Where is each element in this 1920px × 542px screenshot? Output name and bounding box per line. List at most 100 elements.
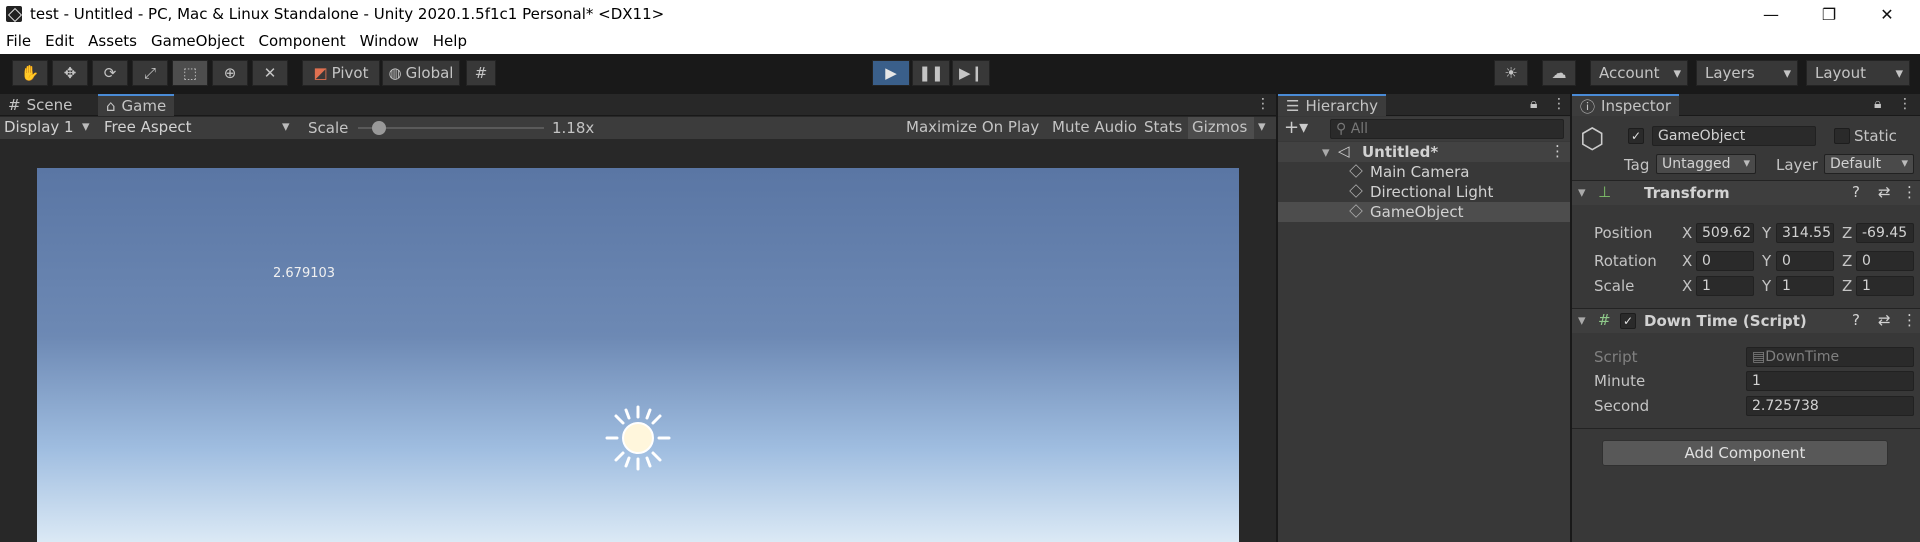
layer-dropdown[interactable]: Default — [1824, 154, 1914, 174]
y-label: Y — [1762, 224, 1772, 242]
position-y-field[interactable]: 314.55 — [1776, 223, 1834, 243]
pause-button[interactable]: ❚❚ — [912, 60, 950, 86]
position-z-field[interactable]: -69.45 — [1856, 223, 1914, 243]
y-label: Y — [1762, 277, 1772, 295]
expand-arrow-icon[interactable]: ▾ — [1322, 143, 1330, 161]
global-toggle[interactable]: ◍ Global — [382, 60, 460, 86]
component-menu-icon[interactable]: ⋮ — [1902, 183, 1917, 201]
rotation-y-field[interactable]: 0 — [1776, 251, 1834, 271]
preset-icon[interactable]: ⇄ — [1878, 311, 1891, 329]
pivot-toggle[interactable]: ◩ Pivot — [302, 60, 380, 86]
static-checkbox[interactable] — [1834, 128, 1850, 144]
rotation-z-field[interactable]: 0 — [1856, 251, 1914, 271]
rotate-tool-icon[interactable]: ⟳ — [92, 60, 128, 86]
tab-scene[interactable]: # Scene — [0, 94, 80, 116]
grid-snap-icon[interactable]: # — [466, 60, 496, 86]
menu-edit[interactable]: Edit — [45, 32, 74, 50]
help-icon[interactable]: ? — [1852, 183, 1860, 201]
menu-help[interactable]: Help — [433, 32, 467, 50]
list-icon: ☰ — [1286, 97, 1300, 115]
display-dropdown[interactable]: Display 1 — [4, 118, 74, 136]
hand-tool-icon[interactable]: ✋ — [12, 60, 48, 86]
chevron-down-icon: ▾ — [82, 117, 90, 135]
position-x-field[interactable]: 509.62 — [1696, 223, 1754, 243]
collapse-arrow-icon[interactable]: ▾ — [1578, 311, 1586, 329]
restore-button[interactable]: ❐ — [1806, 0, 1852, 28]
add-component-button[interactable]: Add Component — [1602, 440, 1888, 466]
cloud-icon[interactable]: ☁ — [1542, 60, 1576, 86]
layers-dropdown[interactable]: Layers ▾ — [1696, 60, 1798, 86]
active-checkbox[interactable]: ✓ — [1628, 128, 1644, 144]
row-menu-icon[interactable]: ⋮ — [1550, 142, 1565, 160]
add-icon[interactable]: +▾ — [1284, 117, 1308, 138]
hierarchy-search-input[interactable]: ⚲ All — [1330, 119, 1564, 139]
menu-file[interactable]: File — [6, 32, 31, 50]
scale-label: Scale — [1594, 277, 1635, 295]
game-view-toolbar: Display 1 ▾ Free Aspect ▾ Scale 1.18x Ma… — [0, 117, 1276, 139]
transform-tool-icon[interactable]: ⊕ — [212, 60, 248, 86]
move-tool-icon[interactable]: ✥ — [52, 60, 88, 86]
tab-inspector[interactable]: ⓘ Inspector — [1572, 94, 1679, 116]
minimize-button[interactable]: — — [1748, 0, 1794, 28]
transform-icon: ⊥ — [1598, 183, 1612, 201]
tab-game[interactable]: ⌂ Game — [98, 94, 175, 116]
minute-label: Minute — [1594, 372, 1646, 390]
game-viewport[interactable]: 2.679103 — [37, 168, 1239, 542]
close-button[interactable]: ✕ — [1864, 0, 1910, 28]
menu-window[interactable]: Window — [360, 32, 419, 50]
mute-audio-toggle[interactable]: Mute Audio — [1052, 118, 1137, 136]
gameobject-icon — [1349, 184, 1363, 198]
gizmos-toggle[interactable]: Gizmos — [1192, 118, 1247, 136]
menu-gameobject[interactable]: GameObject — [151, 32, 245, 50]
static-label[interactable]: Static — [1854, 127, 1897, 145]
help-icon[interactable]: ? — [1852, 311, 1860, 329]
stats-toggle[interactable]: Stats — [1144, 118, 1182, 136]
tab-hierarchy[interactable]: ☰ Hierarchy — [1278, 94, 1386, 116]
script-enabled-checkbox[interactable]: ✓ — [1620, 313, 1636, 329]
transform-header[interactable]: ▾ ⊥ Transform ? ⇄ ⋮ — [1572, 181, 1920, 205]
gameobject-name-field[interactable]: GameObject — [1652, 126, 1816, 146]
scale-y-field[interactable]: 1 — [1776, 276, 1834, 296]
second-field[interactable]: 2.725738 — [1746, 396, 1914, 416]
scale-slider-handle[interactable] — [372, 121, 386, 135]
collapse-arrow-icon[interactable]: ▾ — [1578, 183, 1586, 201]
collab-icon[interactable]: ☀ — [1494, 60, 1528, 86]
step-button[interactable]: ▶❙ — [952, 60, 990, 86]
list-item[interactable]: GameObject — [1349, 203, 1464, 223]
gameobject-icon — [1349, 164, 1363, 178]
preset-icon[interactable]: ⇄ — [1878, 183, 1891, 201]
scene-row[interactable]: ▾ ◁ Untitled* ⋮ — [1278, 142, 1570, 162]
rect-tool-icon[interactable]: ⬚ — [172, 60, 208, 86]
lock-icon[interactable]: 🔒︎ — [1530, 96, 1537, 112]
menu-assets[interactable]: Assets — [88, 32, 137, 50]
play-button[interactable]: ▶ — [872, 60, 910, 86]
chevron-down-icon[interactable]: ▾ — [1258, 117, 1266, 135]
component-menu-icon[interactable]: ⋮ — [1902, 311, 1917, 329]
script-icon: # — [1598, 311, 1611, 329]
panel-menu-icon[interactable]: ⋮ — [1552, 96, 1566, 112]
scale-tool-icon[interactable]: ⤢ — [132, 60, 168, 86]
lock-icon[interactable]: 🔒︎ — [1874, 96, 1881, 112]
aspect-dropdown[interactable]: Free Aspect — [104, 118, 192, 136]
list-item[interactable]: Directional Light — [1349, 183, 1493, 203]
tag-dropdown[interactable]: Untagged — [1656, 154, 1756, 174]
panel-menu-icon[interactable]: ⋮ — [1898, 96, 1912, 112]
script-reference-field: ▤DownTime — [1746, 347, 1914, 367]
script-header[interactable]: ▾ # ✓ Down Time (Script) ? ⇄ ⋮ — [1572, 309, 1920, 333]
list-item[interactable]: Main Camera — [1349, 163, 1469, 183]
info-icon: ⓘ — [1580, 97, 1596, 116]
scale-x-field[interactable]: 1 — [1696, 276, 1754, 296]
minute-field[interactable]: 1 — [1746, 371, 1914, 391]
maximize-on-play-toggle[interactable]: Maximize On Play — [906, 118, 1039, 136]
menu-component[interactable]: Component — [259, 32, 346, 50]
custom-tool-icon[interactable]: ✕ — [252, 60, 288, 86]
rotation-x-field[interactable]: 0 — [1696, 251, 1754, 271]
panel-menu-icon[interactable]: ⋮ — [1256, 96, 1270, 112]
account-dropdown[interactable]: Account ▾ — [1590, 60, 1688, 86]
layer-label: Layer — [1776, 156, 1818, 174]
z-label: Z — [1842, 277, 1853, 295]
scale-z-field[interactable]: 1 — [1856, 276, 1914, 296]
hierarchy-toolbar: +▾ ⚲ All — [1278, 117, 1570, 141]
gamepad-icon: ⌂ — [106, 97, 116, 115]
layout-dropdown[interactable]: Layout ▾ — [1806, 60, 1910, 86]
